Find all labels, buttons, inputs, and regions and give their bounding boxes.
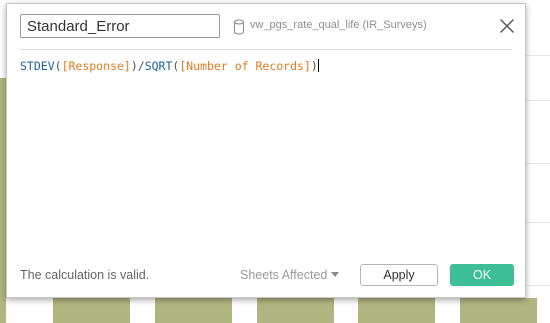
calculation-name-input[interactable] <box>20 14 220 38</box>
background-bar <box>257 298 334 323</box>
sheets-affected-label: Sheets Affected <box>240 268 328 282</box>
formula-operator-divide: / <box>137 59 145 73</box>
apply-button[interactable]: Apply <box>360 264 438 286</box>
database-icon <box>233 19 245 35</box>
background-bar <box>155 298 232 323</box>
text-caret <box>317 59 319 72</box>
background-gridline <box>527 100 550 101</box>
calculation-editor-dialog: vw_pgs_rate_qual_life (IR_Surveys) STDEV… <box>6 3 526 298</box>
formula-paren: ( <box>54 59 62 73</box>
formula-editor[interactable]: STDEV([Response])/SQRT([Number of Record… <box>20 59 512 249</box>
formula-paren: ) <box>310 59 318 73</box>
background-bar <box>358 298 435 323</box>
formula-paren: ) <box>130 59 138 73</box>
sheets-affected-dropdown[interactable]: Sheets Affected <box>240 268 340 282</box>
background-gridline <box>527 55 550 56</box>
background-gridline <box>527 222 550 223</box>
formula-function-sqrt: SQRT <box>144 59 173 73</box>
formula-field-response: [Response] <box>61 59 131 73</box>
header-divider <box>20 49 512 50</box>
formula-function-stdev: STDEV <box>20 59 55 73</box>
background-gridline <box>527 285 550 286</box>
background-gridline <box>527 163 550 164</box>
background-bar <box>460 298 537 323</box>
chevron-down-icon <box>331 272 340 277</box>
background-bar <box>53 298 130 323</box>
validation-status: The calculation is valid. <box>20 268 150 282</box>
datasource-label: vw_pgs_rate_qual_life (IR_Surveys) <box>250 19 427 31</box>
ok-button[interactable]: OK <box>450 264 514 286</box>
formula-field-number-of-records: [Number of Records] <box>179 59 311 73</box>
close-icon[interactable] <box>499 18 515 34</box>
